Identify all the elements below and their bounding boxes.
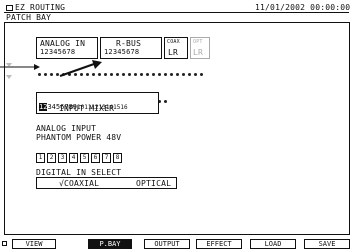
tab-label: VIEW	[25, 240, 43, 248]
tab-label: EFFECT	[206, 240, 232, 248]
opt-label: OPT	[193, 39, 203, 45]
coax-box[interactable]: COAX LR	[164, 37, 188, 59]
patch-line-arrow-icon	[59, 60, 102, 77]
phantom-button[interactable]: 6	[91, 153, 100, 163]
coaxial-option[interactable]: √COAXIAL	[59, 179, 99, 188]
tab-label: SAVE	[318, 240, 336, 248]
phantom-button[interactable]: 4	[69, 153, 78, 163]
opt-box[interactable]: OPT LR	[190, 37, 210, 59]
mixer-channel[interactable]: 15	[113, 104, 120, 111]
phantom-button[interactable]: 3	[58, 153, 67, 163]
tab-save[interactable]: SAVE	[304, 239, 350, 249]
mixer-channel[interactable]: 16	[120, 104, 127, 111]
analog-in-label: ANALOG IN	[40, 39, 86, 48]
row-marker-icon	[6, 63, 12, 67]
row-marker-icon	[6, 75, 12, 79]
r-bus-channels: 12345678	[104, 48, 140, 56]
tab-view[interactable]: VIEW	[12, 239, 56, 249]
phantom-label-line1: ANALOG INPUT	[36, 124, 97, 133]
app-title: EZ ROUTING	[15, 3, 66, 12]
coax-label: COAX	[167, 39, 180, 45]
title-rule	[4, 12, 349, 13]
phantom-button[interactable]: 5	[80, 153, 89, 163]
input-mixer-label: INPUT MIXER	[59, 104, 115, 113]
date-time: 11/01/2002 00:00:00	[255, 3, 351, 12]
r-bus-label: R-BUS	[116, 39, 142, 48]
analog-in-channels: 12345678	[40, 48, 76, 56]
phantom-button[interactable]: 2	[47, 153, 56, 163]
phantom-buttons: 12345678	[36, 144, 124, 163]
coax-channels: LR	[168, 48, 179, 57]
phantom-button[interactable]: 7	[102, 153, 111, 163]
page-title: PATCH BAY	[6, 13, 52, 22]
tab-label: OUTPUT	[154, 240, 180, 248]
tab-load[interactable]: LOAD	[250, 239, 296, 249]
tab-effect[interactable]: EFFECT	[196, 239, 242, 249]
r-bus-box[interactable]: R-BUS 12345678	[100, 37, 162, 59]
phantom-label-line2: PHANTOM POWER 48V	[36, 133, 122, 142]
input-mixer-box[interactable]: 12345678910111213141516 INPUT MIXER	[36, 92, 159, 114]
digital-in-selector: √COAXIAL OPTICAL	[36, 177, 177, 189]
tab-label: P.BAY	[99, 240, 121, 248]
window-icon	[6, 5, 13, 11]
optical-option[interactable]: OPTICAL	[136, 179, 171, 188]
tab-label: LOAD	[264, 240, 282, 248]
digital-in-label: DIGITAL IN SELECT	[36, 168, 122, 177]
opt-channels: LR	[193, 48, 204, 57]
phantom-button[interactable]: 8	[113, 153, 122, 163]
function-icon	[2, 241, 7, 246]
analog-in-box[interactable]: ANALOG IN 12345678	[36, 37, 98, 59]
tab-patch-bay[interactable]: P.BAY	[88, 239, 132, 249]
tab-output[interactable]: OUTPUT	[144, 239, 190, 249]
phantom-button[interactable]: 1	[36, 153, 45, 163]
